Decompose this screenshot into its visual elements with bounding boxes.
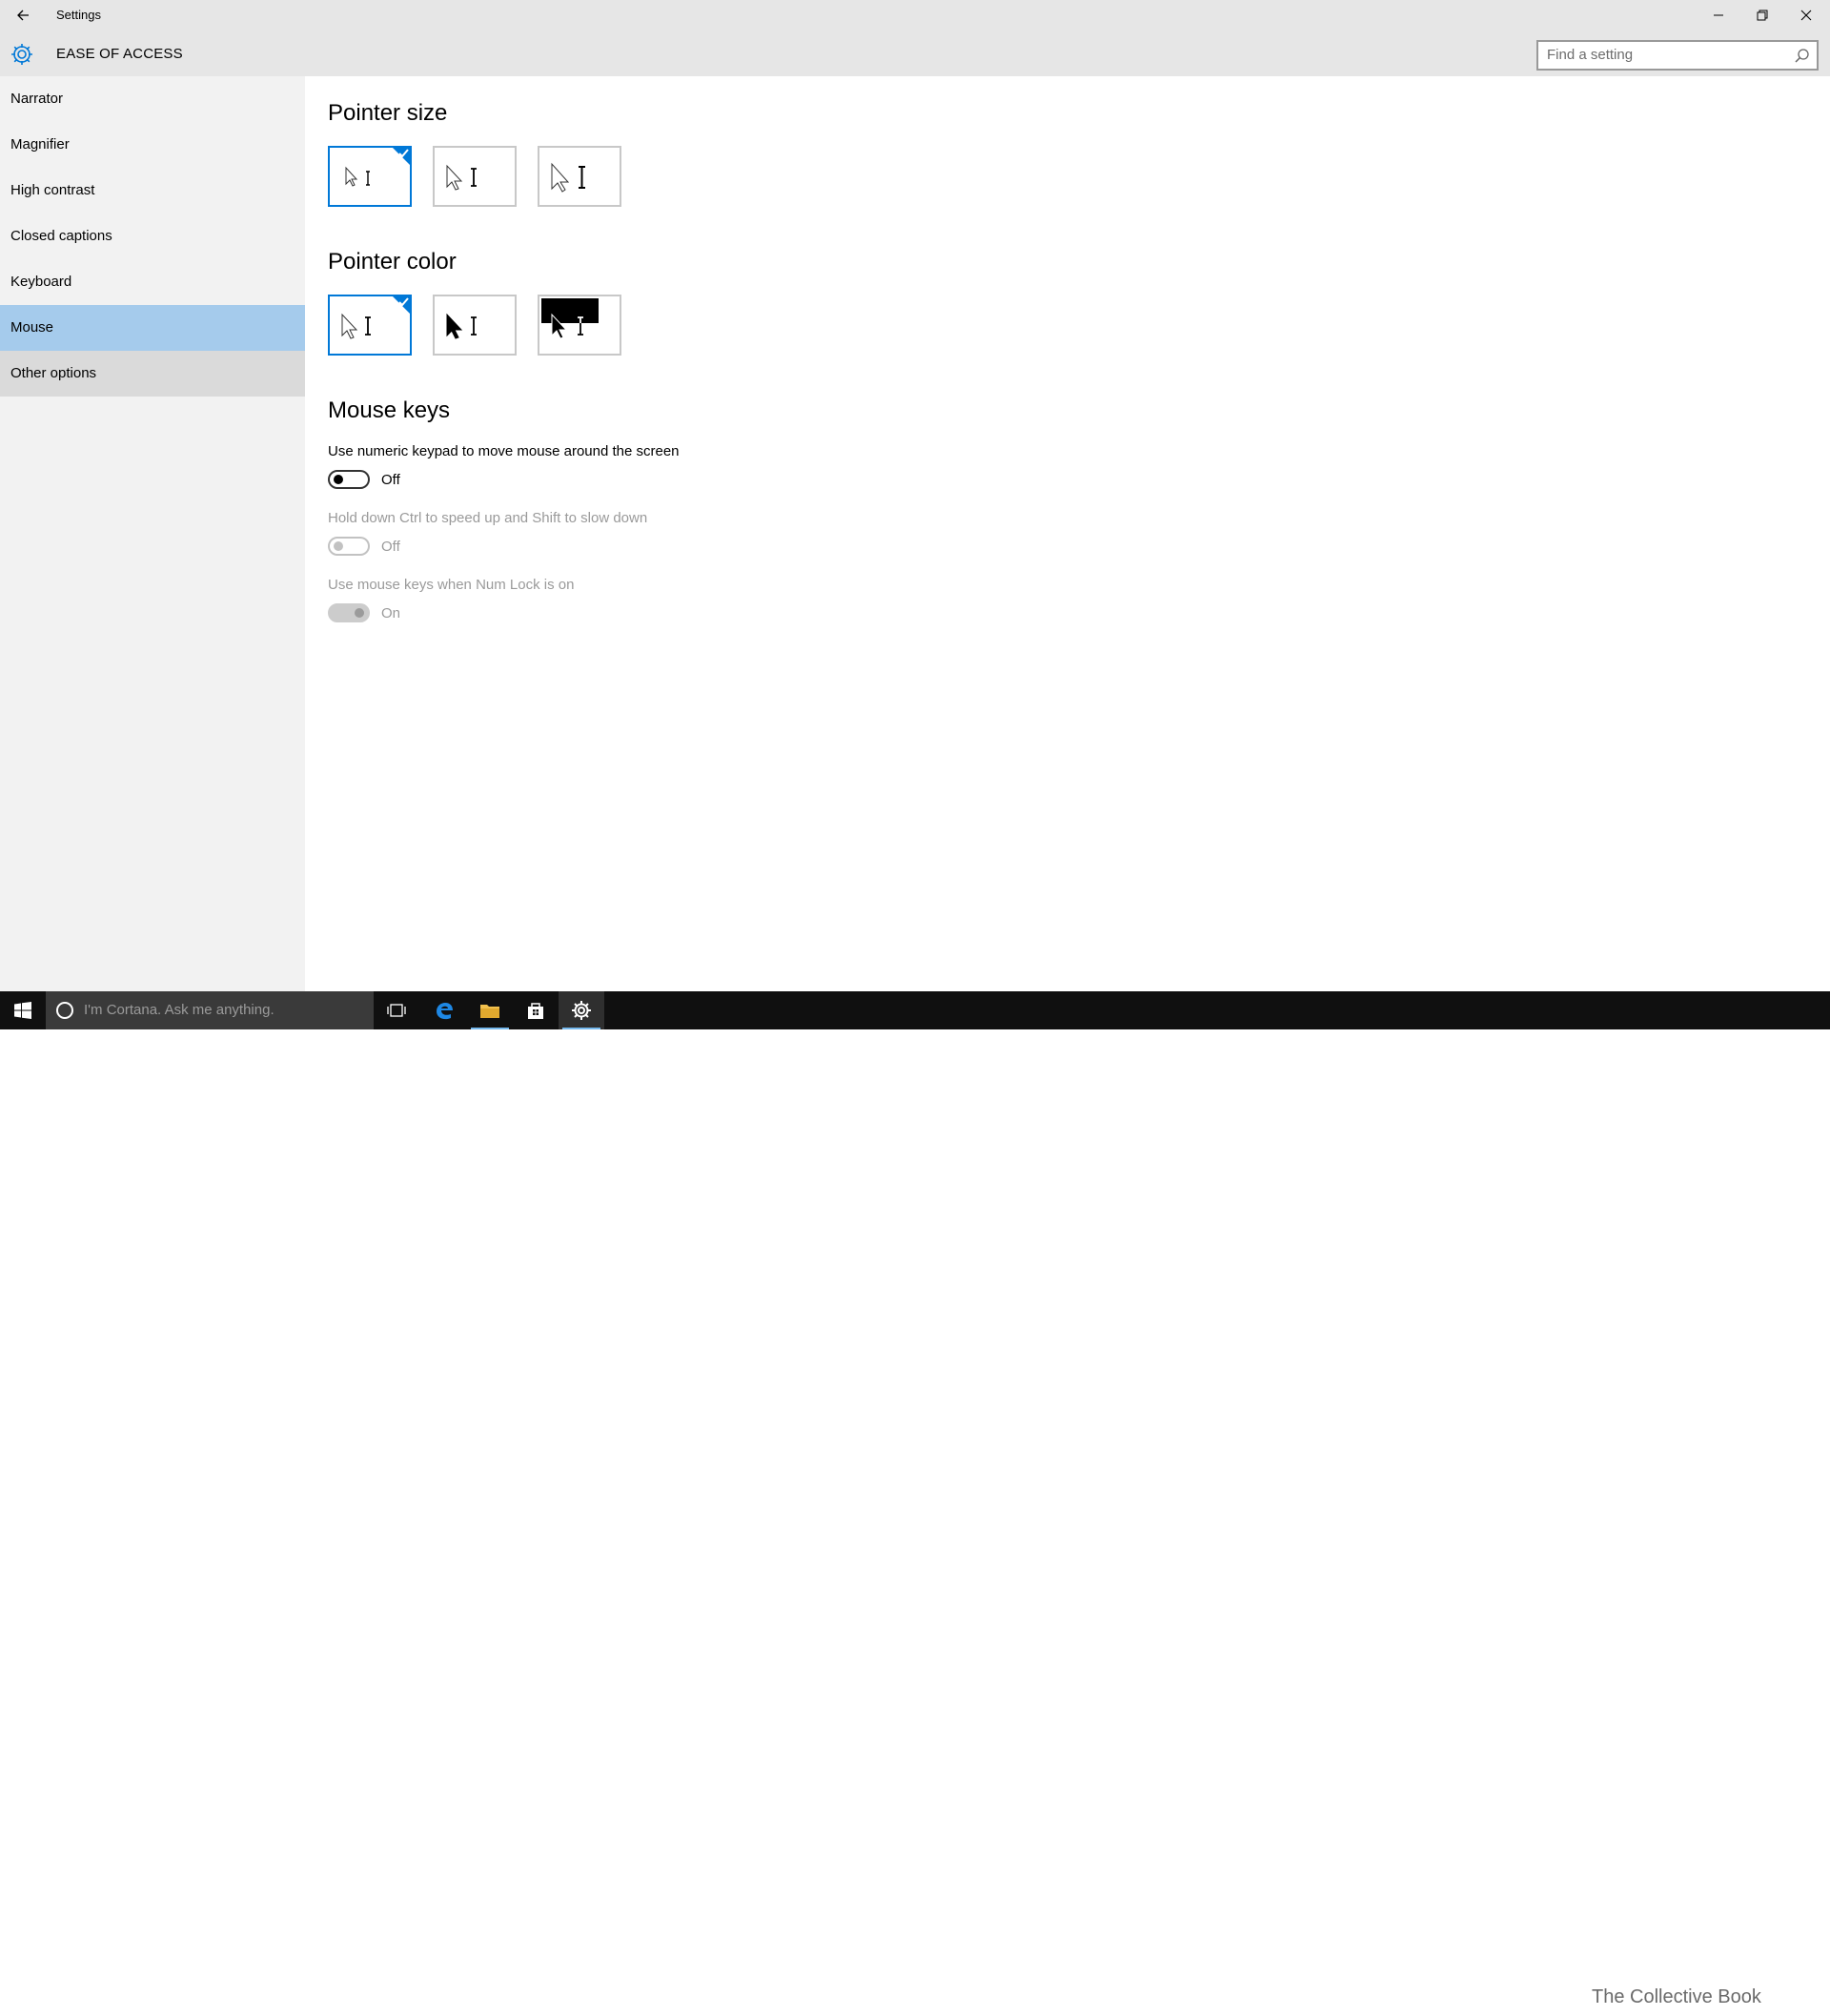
- numeric-keypad-toggle[interactable]: [328, 470, 370, 489]
- pointer-color-heading: Pointer color: [328, 249, 457, 275]
- folder-icon: [480, 1005, 499, 1018]
- numeric-keypad-label: Use numeric keypad to move mouse around …: [328, 443, 680, 459]
- ctrl-shift-speed-state: Off: [381, 539, 400, 555]
- task-view-button[interactable]: [374, 991, 419, 1029]
- back-arrow-icon: [17, 10, 29, 21]
- pointer-size-small-option[interactable]: [328, 146, 412, 207]
- sidebar-item-magnifier[interactable]: Magnifier: [0, 122, 305, 168]
- pointer-color-black-option[interactable]: [433, 295, 517, 356]
- pointer-size-heading: Pointer size: [328, 100, 448, 126]
- windows-logo-icon: [14, 1002, 31, 1019]
- task-view-icon: [387, 1004, 406, 1017]
- gear-icon: [11, 44, 32, 65]
- sidebar-item-other-options[interactable]: Other options: [0, 351, 305, 397]
- num-lock-state: On: [381, 605, 401, 621]
- back-button[interactable]: [6, 0, 40, 31]
- sidebar-item-mouse[interactable]: Mouse: [0, 305, 305, 351]
- close-button[interactable]: [1784, 0, 1828, 31]
- toggle-knob: [355, 608, 364, 618]
- store-bag-icon: [528, 1003, 543, 1019]
- clock-date: 4/5/2016: [1783, 2003, 1824, 2014]
- pointer-size-large-option[interactable]: [538, 146, 621, 207]
- sidebar-item-keyboard[interactable]: Keyboard: [0, 259, 305, 305]
- ctrl-shift-speed-toggle[interactable]: [328, 537, 370, 556]
- window-title: Settings: [56, 8, 101, 22]
- sidebar-item-high-contrast[interactable]: High contrast: [0, 168, 305, 214]
- pointer-inverted-icon: [541, 298, 599, 339]
- sidebar-item-label: Other options: [10, 365, 97, 381]
- pointer-black-icon: [446, 313, 477, 339]
- edge-browser-icon: [437, 1003, 453, 1020]
- clock-time: 10:08 AM: [1779, 1987, 1824, 1999]
- minimize-button[interactable]: [1697, 0, 1740, 31]
- sidebar-item-label: High contrast: [10, 182, 95, 198]
- section-title: EASE OF ACCESS: [56, 46, 183, 62]
- sidebar-item-label: Mouse: [10, 319, 54, 336]
- search-input[interactable]: Find a setting: [1536, 40, 1819, 71]
- sidebar-item-label: Narrator: [10, 91, 64, 107]
- numeric-keypad-state: Off: [381, 472, 400, 488]
- toggle-knob: [334, 475, 343, 484]
- title-bar: Settings: [0, 0, 1830, 31]
- store-button[interactable]: [513, 991, 559, 1029]
- ctrl-shift-speed-label: Hold down Ctrl to speed up and Shift to …: [328, 510, 648, 526]
- pointer-size-medium-option[interactable]: [433, 146, 517, 207]
- system-clock[interactable]: 10:08 AM 4/5/2016: [1763, 1985, 1824, 2016]
- watermark-text: The Collective Book: [1592, 1986, 1761, 2007]
- checkmark-icon: [393, 296, 410, 314]
- page-header: EASE OF ACCESS Find a setting: [0, 31, 1830, 76]
- gear-icon: [572, 1001, 591, 1020]
- sidebar: Narrator Magnifier High contrast Closed …: [0, 76, 305, 991]
- search-icon[interactable]: [1794, 48, 1811, 65]
- checkmark-icon: [393, 148, 410, 165]
- search-placeholder: Find a setting: [1547, 47, 1634, 63]
- pointer-large-icon: [551, 162, 585, 193]
- restore-button[interactable]: [1740, 0, 1784, 31]
- file-explorer-button[interactable]: [467, 991, 513, 1029]
- minimize-icon: [1714, 14, 1723, 16]
- cortana-icon: [56, 1002, 73, 1019]
- close-icon: [1800, 10, 1812, 21]
- cortana-search-box[interactable]: I'm Cortana. Ask me anything.: [46, 991, 374, 1029]
- sidebar-item-label: Magnifier: [10, 136, 70, 153]
- edge-button[interactable]: [421, 991, 467, 1029]
- restore-icon: [1757, 10, 1768, 21]
- toggle-knob: [334, 541, 343, 551]
- pointer-medium-icon: [446, 164, 477, 191]
- taskbar: I'm Cortana. Ask me anything. The Collec…: [0, 991, 1830, 2014]
- pointer-color-inverted-option[interactable]: [538, 295, 621, 356]
- pointer-color-white-option[interactable]: [328, 295, 412, 356]
- cortana-placeholder: I'm Cortana. Ask me anything.: [84, 1002, 274, 1018]
- num-lock-label: Use mouse keys when Num Lock is on: [328, 577, 575, 593]
- sidebar-item-narrator[interactable]: Narrator: [0, 76, 305, 122]
- sidebar-item-label: Closed captions: [10, 228, 112, 244]
- start-button[interactable]: [0, 991, 46, 1029]
- sidebar-item-closed-captions[interactable]: Closed captions: [0, 214, 305, 259]
- num-lock-toggle[interactable]: [328, 603, 370, 622]
- mouse-keys-heading: Mouse keys: [328, 397, 451, 423]
- sidebar-item-label: Keyboard: [10, 274, 72, 290]
- settings-taskbar-button[interactable]: [559, 991, 604, 1029]
